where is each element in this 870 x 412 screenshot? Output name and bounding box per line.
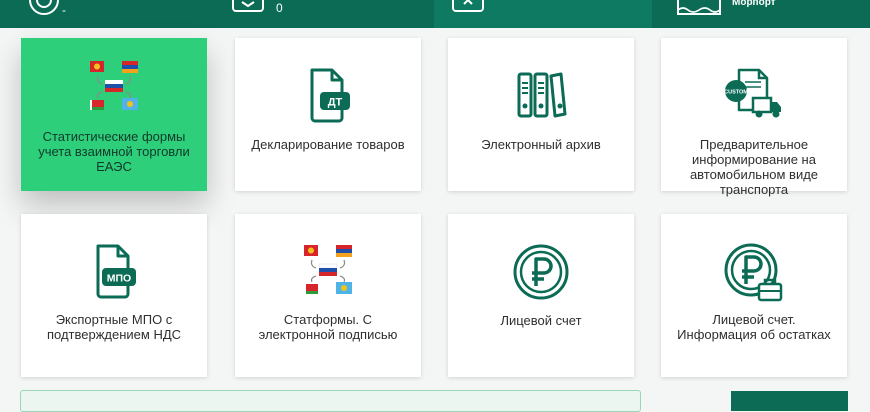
- ruble-briefcase-icon: [724, 243, 783, 302]
- tile-label: Статформы. С электронной подписью: [258, 312, 398, 342]
- mpo-document-icon: МПО: [96, 244, 136, 299]
- tile-label: Лицевой счет: [500, 313, 582, 328]
- custom-truck-icon: CUSTOM: [724, 68, 781, 118]
- declaration-dt-icon: ДТ: [310, 68, 350, 123]
- tile-goods-declaration[interactable]: ДТ Декларирование товаров: [235, 38, 421, 191]
- nav-item-1-label: -: [62, 3, 66, 17]
- tile-personal-account-balance[interactable]: Лицевой счет. Информация об остатках: [661, 214, 847, 377]
- download-tray-icon: [232, 0, 264, 12]
- ruble-icon: [513, 244, 569, 300]
- tile-statforms-signature[interactable]: Статформы. С электронной подписью: [235, 214, 421, 377]
- tile-label: Предварительное информирование на автомо…: [689, 137, 819, 197]
- tile-electronic-archive[interactable]: Электронный архив: [448, 38, 634, 191]
- svg-text:ДТ: ДТ: [328, 97, 343, 109]
- nav-item-2[interactable]: 0: [214, 0, 432, 28]
- top-navigation-bar: - 0 Морпорт: [0, 0, 870, 28]
- tile-label: Электронный архив: [481, 137, 601, 152]
- tile-personal-account[interactable]: Лицевой счет: [448, 214, 634, 377]
- nav-item-2-count: 0: [276, 1, 283, 15]
- tile-preliminary-info-auto[interactable]: CUSTOM Предварительное информирование на…: [661, 38, 847, 197]
- nav-item-seaport[interactable]: Морпорт: [654, 0, 854, 28]
- tile-label: Статистические формы учета взаимной торг…: [38, 129, 190, 174]
- upload-tray-icon: [452, 0, 484, 12]
- circle-icon: [29, 0, 59, 15]
- eaeu-flags-icon: [90, 61, 138, 110]
- svg-text:CUSTOM: CUSTOM: [724, 90, 748, 96]
- nav-item-3[interactable]: [434, 0, 652, 28]
- tile-label: Лицевой счет. Информация об остатках: [677, 312, 831, 342]
- search-input[interactable]: [20, 390, 641, 412]
- svg-text:МПО: МПО: [107, 273, 131, 285]
- tile-label: Экспортные МПО с подтверждением НДС: [46, 312, 182, 342]
- action-button[interactable]: [731, 391, 848, 411]
- nav-item-seaport-label: Морпорт: [732, 0, 776, 8]
- tile-eaeu-statistics[interactable]: Статистические формы учета взаимной торг…: [21, 38, 207, 191]
- nav-item-1[interactable]: -: [0, 0, 212, 28]
- sea-waves-icon: [677, 0, 721, 15]
- tile-export-mpo[interactable]: МПО Экспортные МПО с подтверждением НДС: [21, 214, 207, 377]
- tile-label: Декларирование товаров: [251, 137, 405, 152]
- archive-binders-icon: [517, 72, 567, 118]
- eaeu-flags-icon: [304, 245, 352, 294]
